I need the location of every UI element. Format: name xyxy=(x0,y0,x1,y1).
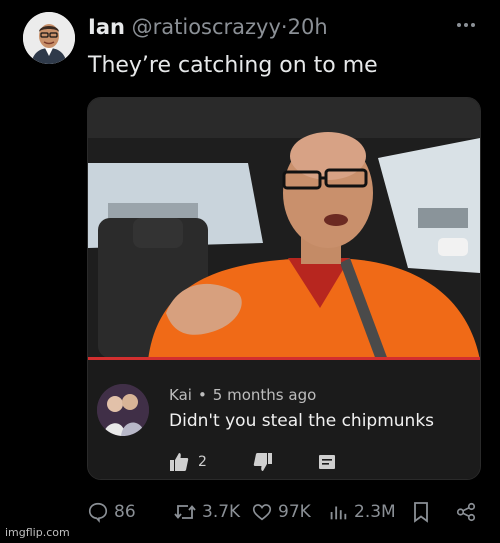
reply-icon xyxy=(88,502,108,523)
video-frame xyxy=(88,98,480,360)
reply-button[interactable]: 86 xyxy=(87,501,136,523)
thumbs-down-icon xyxy=(253,452,273,476)
repost-icon xyxy=(174,505,196,519)
repost-count: 3.7K xyxy=(202,502,241,522)
commenter-avatar xyxy=(97,384,149,436)
post-media[interactable]: Kai • 5 months ago Didn't you steal the ch… xyxy=(87,97,481,480)
avatar-image xyxy=(23,12,75,64)
comment-reply-icon xyxy=(317,452,337,476)
comment-text: Didn't you steal the chipmunks xyxy=(169,411,435,431)
author-handle[interactable]: @ratioscrazyy xyxy=(132,15,281,39)
bookmark-icon xyxy=(414,502,428,523)
author-avatar[interactable] xyxy=(23,12,75,64)
post-text: They’re catching on to me xyxy=(88,53,378,78)
reply-count: 86 xyxy=(114,502,136,522)
comment-author: Kai xyxy=(169,386,192,404)
like-icon xyxy=(252,504,272,521)
comment-like-count: 2 xyxy=(198,454,207,470)
comment-time: 5 months ago xyxy=(212,386,317,404)
youtube-comment: Kai • 5 months ago Didn't you steal the ch… xyxy=(88,360,480,479)
more-icon[interactable] xyxy=(456,12,476,33)
comment-actions: 2 xyxy=(169,452,469,474)
bookmark-button[interactable] xyxy=(412,501,430,523)
imgflip-watermark: imgflip.com xyxy=(5,526,70,539)
repost-button[interactable]: 3.7K xyxy=(173,501,240,523)
like-count: 97K xyxy=(278,502,311,522)
comment-meta-separator: • xyxy=(197,386,207,404)
views-button[interactable]: 2.3M xyxy=(327,501,396,523)
share-button[interactable] xyxy=(455,501,477,523)
post-header: Ian @ratioscrazyy·20h xyxy=(88,15,328,39)
share-icon xyxy=(456,502,476,522)
author-name[interactable]: Ian xyxy=(88,15,125,39)
views-icon xyxy=(330,506,347,520)
header-separator: · xyxy=(280,15,288,39)
comment-meta: Kai • 5 months ago xyxy=(169,386,316,404)
post-actions: 86 3.7K 97K 2.3M xyxy=(87,501,482,527)
post-time[interactable]: 20h xyxy=(288,15,328,39)
thumbs-up-icon xyxy=(169,452,189,476)
views-count: 2.3M xyxy=(354,502,396,522)
like-button[interactable]: 97K xyxy=(251,501,311,523)
